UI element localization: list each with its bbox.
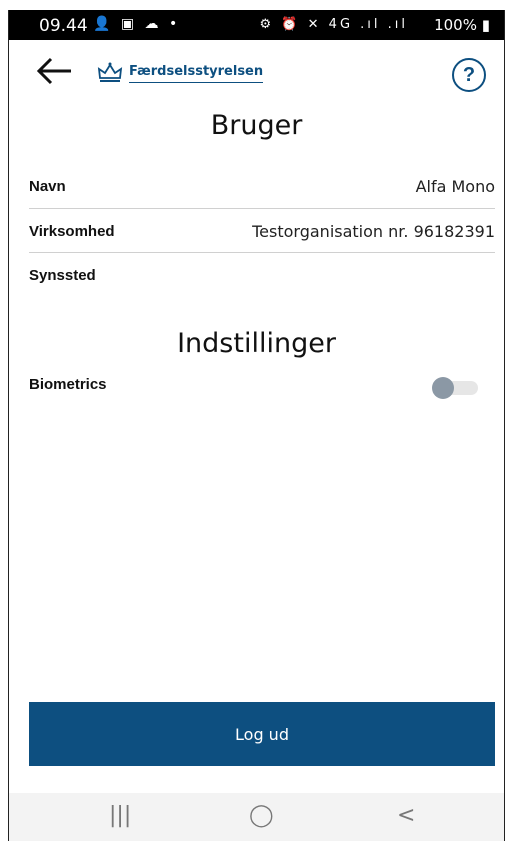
battery-indicator: 100% ▮ — [434, 16, 490, 34]
battery-icon: ▮ — [476, 16, 490, 34]
company-label: Virksomhed — [29, 222, 115, 240]
inspection-site-row: Synssted — [29, 253, 495, 297]
toggle-knob — [432, 377, 454, 399]
faerdselsstyrelsen-logo[interactable]: Færdselsstyrelsen — [97, 56, 264, 90]
app-header: Færdselsstyrelsen ? — [9, 40, 504, 102]
back-arrow-icon[interactable] — [35, 56, 75, 86]
help-icon[interactable]: ? — [452, 58, 486, 92]
biometrics-label: Biometrics — [29, 375, 107, 393]
back-nav-icon[interactable]: < — [397, 803, 415, 828]
name-value: Alfa Mono — [415, 176, 495, 196]
status-time: 09.44 — [39, 16, 88, 36]
system-icons: ⚙ ⏰ ✕ 4G .ıl .ıl — [259, 17, 408, 32]
user-section-title: Bruger — [210, 110, 303, 141]
battery-level: 100% — [434, 16, 477, 34]
crown-icon — [97, 62, 123, 82]
settings-section-title: Indstillinger — [177, 328, 336, 359]
inspection-site-label: Synssted — [29, 266, 96, 284]
app-frame: 09.44 👤 ▣ ☁ • ⚙ ⏰ ✕ 4G .ıl .ıl 100% ▮ Fæ… — [8, 10, 505, 841]
logo-text: Færdselsstyrelsen — [129, 64, 264, 83]
name-label: Navn — [29, 177, 66, 195]
home-icon[interactable]: ◯ — [249, 803, 274, 828]
company-row: Virksomhed Testorganisation nr. 96182391 — [29, 209, 495, 253]
status-bar: 09.44 👤 ▣ ☁ • ⚙ ⏰ ✕ 4G .ıl .ıl 100% ▮ — [9, 10, 504, 40]
biometrics-toggle[interactable] — [432, 377, 478, 399]
android-nav-bar: ||| ◯ < — [9, 793, 504, 841]
name-row: Navn Alfa Mono — [29, 164, 495, 208]
recents-icon[interactable]: ||| — [109, 803, 131, 828]
notification-icons: 👤 ▣ ☁ • — [93, 16, 181, 32]
company-value: Testorganisation nr. 96182391 — [252, 221, 495, 241]
biometrics-row: Biometrics — [29, 362, 495, 406]
logout-button[interactable]: Log ud — [29, 702, 495, 766]
